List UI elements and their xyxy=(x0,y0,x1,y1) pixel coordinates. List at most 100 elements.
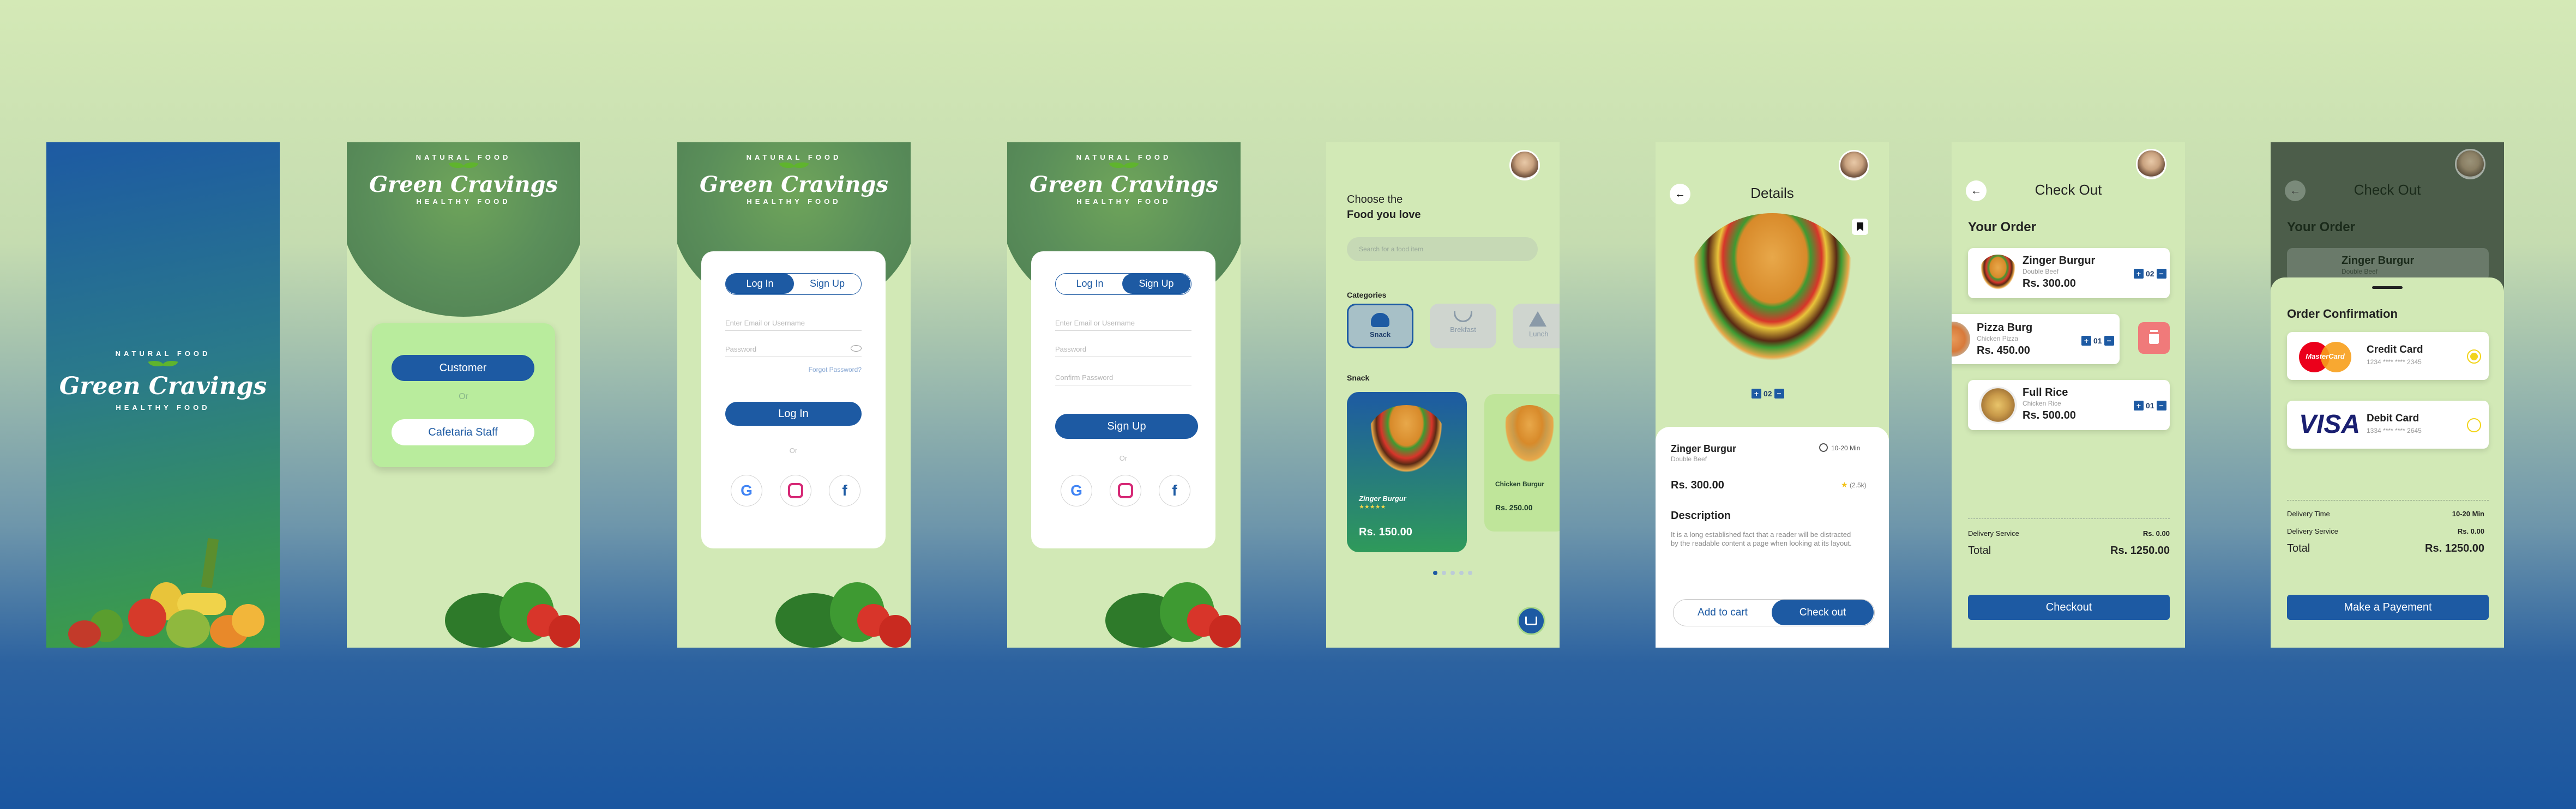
increment-button[interactable]: + xyxy=(1752,389,1761,399)
increment-button[interactable]: + xyxy=(2134,401,2144,410)
rating-count: (2.5k) xyxy=(1850,481,1867,489)
total-value: Rs. 1250.00 xyxy=(2110,545,2170,557)
customer-button[interactable]: Customer xyxy=(392,355,534,381)
order-item[interactable]: Full Rice Chicken Rice Rs. 500.00 +01− xyxy=(1968,380,2170,430)
decrement-button[interactable]: − xyxy=(2156,269,2166,279)
cafeteria-staff-button[interactable]: Cafetaria Staff xyxy=(392,419,534,445)
quantity-value: 01 xyxy=(2093,336,2102,345)
checkout-submit-button[interactable]: Checkout xyxy=(1968,595,2170,620)
logo-arc-top: NATURAL FOOD xyxy=(746,153,842,161)
pizza-image xyxy=(1952,322,1970,357)
details-sheet: Zinger Burgur Double Beef 10-20 Min Rs. … xyxy=(1656,427,1889,648)
logo-arc-bottom: HEALTHY FOOD xyxy=(747,197,841,206)
pizza-icon xyxy=(1529,311,1546,327)
payment-option-credit[interactable]: MasterCard Credit Card 1234 **** **** 23… xyxy=(2287,332,2489,380)
tab-login[interactable]: Log In xyxy=(1056,274,1124,294)
payment-option-debit[interactable]: VISA Debit Card 1334 **** **** 2645 xyxy=(2287,401,2489,449)
category-snack[interactable]: Snack xyxy=(1347,304,1413,348)
email-field[interactable]: Enter Email or Username xyxy=(725,319,862,331)
burger-image xyxy=(1365,405,1447,479)
brand-logo: NATURAL FOOD Green Cravings HEALTHY FOOD xyxy=(677,153,911,206)
bookmark-button[interactable] xyxy=(1852,219,1868,235)
increment-button[interactable]: + xyxy=(2134,269,2144,279)
logo-arc-bottom: HEALTHY FOOD xyxy=(116,403,210,412)
login-submit-button[interactable]: Log In xyxy=(725,402,862,426)
add-to-cart-button[interactable]: Add to cart xyxy=(1674,600,1772,625)
item-subtitle: Double Beef xyxy=(2342,268,2378,275)
food-name: Chicken Burgur xyxy=(1495,480,1545,488)
brand-logo: NATURAL FOOD Green Cravings HEALTHY FOOD xyxy=(46,349,280,412)
google-icon[interactable]: G xyxy=(1061,475,1092,506)
decrement-button[interactable]: − xyxy=(2104,336,2114,346)
auth-tabs: Log In Sign Up xyxy=(725,273,862,295)
confirmation-title: Order Confirmation xyxy=(2287,307,2398,321)
quantity-stepper[interactable]: +01− xyxy=(2081,336,2114,346)
decrement-button[interactable]: − xyxy=(2156,401,2166,410)
category-lunch[interactable]: Lunch xyxy=(1513,304,1560,348)
bookmark-icon xyxy=(1857,222,1863,231)
increment-button[interactable]: + xyxy=(2081,336,2091,346)
item-name: Pizza Burg xyxy=(1977,322,2033,334)
facebook-icon[interactable]: f xyxy=(829,475,860,506)
tab-signup[interactable]: Sign Up xyxy=(1122,274,1190,294)
avatar[interactable] xyxy=(1509,150,1540,180)
eye-icon[interactable] xyxy=(851,345,862,352)
burger-icon xyxy=(1371,313,1389,327)
tab-login[interactable]: Log In xyxy=(726,274,794,294)
action-bar: Add to cart Check out xyxy=(1673,599,1875,626)
instagram-icon[interactable] xyxy=(1110,475,1141,506)
signup-card: Log In Sign Up Enter Email or Username P… xyxy=(1031,251,1215,548)
bowl-icon xyxy=(1454,311,1472,322)
order-item-swiped[interactable]: Pizza Burg Chicken Pizza Rs. 450.00 +01− xyxy=(1952,314,2120,364)
logo-arc-top: NATURAL FOOD xyxy=(1076,153,1172,161)
delivery-value: Rs. 0.00 xyxy=(2457,527,2484,535)
avatar[interactable] xyxy=(1839,150,1869,180)
radio-unselected[interactable] xyxy=(2467,418,2481,432)
tab-signup[interactable]: Sign Up xyxy=(794,274,860,294)
order-item[interactable]: Zinger Burgur Double Beef Rs. 300.00 +02… xyxy=(1968,248,2170,298)
decrement-button[interactable]: − xyxy=(1774,389,1784,399)
drag-handle[interactable] xyxy=(2372,286,2403,289)
total-value: Rs. 1250.00 xyxy=(2425,542,2484,554)
total-label: Total xyxy=(1968,545,1991,557)
google-icon[interactable]: G xyxy=(731,475,762,506)
delivery-label: Delivery Service xyxy=(2287,527,2338,535)
logo-arc-top: NATURAL FOOD xyxy=(416,153,511,161)
quantity-stepper[interactable]: +02− xyxy=(2134,269,2166,279)
food-card-featured[interactable]: Zinger Burgur ★★★★★ Rs. 150.00 xyxy=(1347,392,1467,552)
card-name: Debit Card xyxy=(2367,413,2419,424)
avatar[interactable] xyxy=(2136,149,2166,179)
quantity-stepper[interactable]: +01− xyxy=(2134,401,2166,410)
facebook-icon[interactable]: f xyxy=(1159,475,1190,506)
checkout-button[interactable]: Check out xyxy=(1772,600,1874,625)
details-title: Details xyxy=(1750,185,1794,201)
visa-icon: VISA xyxy=(2299,410,2361,439)
description-text: It is a long established fact that a rea… xyxy=(1671,530,1852,547)
delete-button[interactable] xyxy=(2138,322,2170,354)
delivery-time-label: Delivery Time xyxy=(2287,510,2330,518)
search-input[interactable]: Search for a food item xyxy=(1347,237,1538,261)
instagram-icon[interactable] xyxy=(780,475,811,506)
category-breakfast[interactable]: Brekfast xyxy=(1430,304,1496,348)
forgot-password-link[interactable]: Forgot Password? xyxy=(809,366,862,373)
order-item: Zinger Burgur Double Beef xyxy=(2287,248,2489,281)
password-field[interactable]: Password xyxy=(1055,345,1191,357)
brand-name: Green Cravings xyxy=(1030,172,1218,197)
make-payment-button[interactable]: Make a Payement xyxy=(2287,595,2489,620)
radio-selected[interactable] xyxy=(2467,349,2481,364)
item-name: Zinger Burgur xyxy=(2023,255,2096,267)
avatar xyxy=(2455,149,2485,179)
trash-icon xyxy=(2149,332,2159,344)
order-confirmation-screen: ← Check Out Your Order Zinger Burgur Dou… xyxy=(2271,142,2504,648)
card-name: Credit Card xyxy=(2367,344,2423,355)
quantity-stepper[interactable]: +02− xyxy=(1752,389,1784,399)
food-card[interactable]: Chicken Burgur Rs. 250.00 xyxy=(1484,394,1560,532)
confirm-password-field[interactable]: Confirm Password xyxy=(1055,373,1191,385)
logo-arc-bottom: HEALTHY FOOD xyxy=(416,197,511,206)
cart-fab[interactable] xyxy=(1517,607,1545,635)
signup-submit-button[interactable]: Sign Up xyxy=(1055,414,1198,439)
vegetables-image xyxy=(445,582,580,648)
password-field[interactable]: Password xyxy=(725,345,862,357)
email-field[interactable]: Enter Email or Username xyxy=(1055,319,1191,331)
quantity-value: 01 xyxy=(2146,401,2154,410)
